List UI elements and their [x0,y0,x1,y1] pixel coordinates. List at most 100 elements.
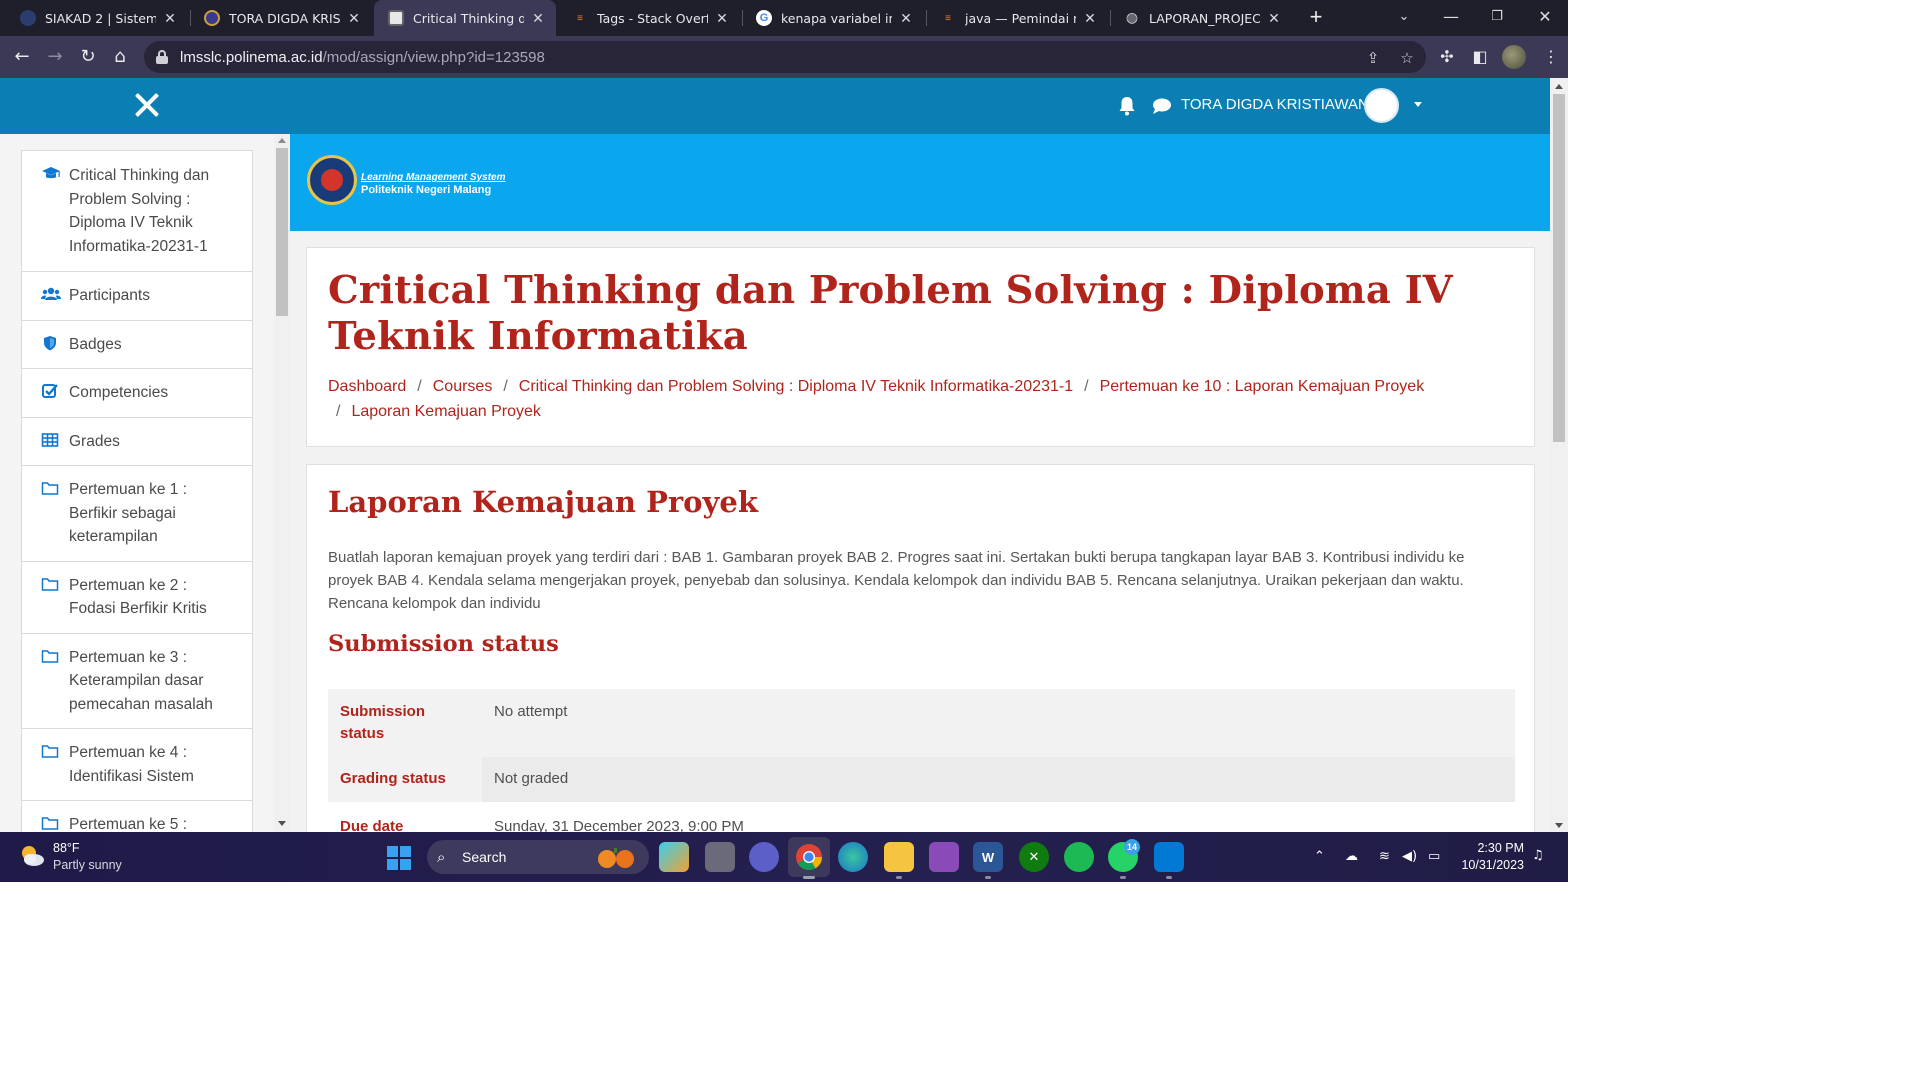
scroll-down-arrow-icon[interactable] [1555,823,1563,828]
tab-java-stack-overflow[interactable]: ≡ java — Pemindai mel ✕ [926,0,1108,36]
extensions-puzzle-icon[interactable]: ✣ [1436,46,1458,68]
clock-date[interactable]: 10/31/2023 [1456,858,1524,872]
tab-close-icon[interactable]: ✕ [1266,10,1282,27]
edge-icon[interactable] [838,842,868,872]
folder-icon [41,646,69,717]
drawer-item-pertemuan-1[interactable]: Pertemuan ke 1 : Berfikir sebagai ketera… [22,466,252,562]
bookmark-star-icon[interactable]: ☆ [1398,49,1416,67]
drawer-item-pertemuan-2[interactable]: Pertemuan ke 2 : Fodasi Berfikir Kritis [22,562,252,634]
browser-toolbar: ← → ↻ ⌂ lmsslc.polinema.ac.id/mod/assign… [0,36,1568,78]
taskbar-search[interactable]: ⌕ Search [427,840,649,874]
tab-close-icon[interactable]: ✕ [1082,10,1098,27]
browser-profile-avatar[interactable] [1502,45,1526,69]
show-hidden-icons-chevron-icon[interactable]: ⌃ [1314,849,1325,864]
tab-google-search[interactable]: G kenapa variabel input ✕ [742,0,924,36]
tab-critical-thinking[interactable]: Critical Thinking dan ✕ [374,0,556,36]
drawer-item-pertemuan-3[interactable]: Pertemuan ke 3 : Keterampilan dasar peme… [22,634,252,729]
scroll-down-arrow-icon[interactable] [278,821,286,826]
drawer-item-badges[interactable]: Badges [22,321,252,369]
vscode-icon[interactable] [1154,842,1184,879]
task-view-icon[interactable] [705,842,735,872]
banner-line1: Learning Management System [361,172,506,183]
windows-start-icon[interactable] [387,846,411,870]
tab-tora-digda[interactable]: TORA DIGDA KRISTIA ✕ [190,0,372,36]
breadcrumb-dashboard[interactable]: Dashboard [328,378,406,395]
tab-search-chevron-icon[interactable]: ⌄ [1381,0,1427,36]
close-drawer-icon[interactable] [132,90,162,120]
user-menu-caret-icon[interactable] [1414,102,1422,107]
drawer-item-pertemuan-5[interactable]: Pertemuan ke 5 : [22,801,252,832]
user-avatar[interactable] [1364,88,1399,123]
table-row: Grading status Not graded [328,757,1515,802]
file-explorer-icon[interactable] [884,842,914,879]
breadcrumb-assignment[interactable]: Laporan Kemajuan Proyek [351,403,540,420]
copilot-preview-icon[interactable] [659,842,689,872]
tab-title: kenapa variabel input [781,10,892,26]
drawer-item-label: Pertemuan ke 3 : Keterampilan dasar peme… [69,648,213,713]
close-window-icon[interactable]: ✕ [1522,0,1568,36]
drawer-item-label: Participants [69,287,150,304]
share-icon[interactable]: ⇪ [1364,49,1382,67]
drawer-item-course[interactable]: Critical Thinking dan Problem Solving : … [22,151,252,272]
volume-icon[interactable]: ◀) [1402,849,1417,864]
partly-sunny-icon[interactable] [18,843,46,869]
drawer-item-competencies[interactable]: Competencies [22,369,252,418]
notification-bell-icon[interactable]: ♫ [1532,848,1544,863]
onedrive-icon[interactable]: ☁ [1345,849,1358,864]
notification-bell-icon[interactable] [1118,96,1136,116]
tab-close-icon[interactable]: ✕ [714,10,730,27]
new-tab-plus-icon[interactable]: + [1303,4,1329,30]
weather-temperature[interactable]: 88°F [53,841,80,855]
scroll-up-arrow-icon[interactable] [278,138,286,143]
restore-window-icon[interactable]: ❐ [1474,0,1520,36]
page-scroll-thumb[interactable] [1553,94,1565,442]
tab-close-icon[interactable]: ✕ [162,10,178,27]
battery-icon[interactable]: ▭ [1428,849,1440,864]
side-panel-icon[interactable]: ◧ [1469,46,1491,68]
tab-close-icon[interactable]: ✕ [530,10,546,27]
forward-arrow-icon[interactable]: → [42,44,68,70]
breadcrumb-courses[interactable]: Courses [433,378,493,395]
address-bar[interactable]: lmsslc.polinema.ac.id/mod/assign/view.ph… [144,41,1426,73]
xbox-icon[interactable]: ✕ [1019,842,1049,872]
weather-description[interactable]: Partly sunny [53,858,122,872]
search-label: Search [462,849,507,865]
reload-icon[interactable]: ↻ [75,44,101,70]
spotify-icon[interactable] [1064,842,1094,872]
lock-icon[interactable] [156,50,168,64]
chrome-icon[interactable] [794,842,824,879]
status-label: Submission status [340,703,426,742]
home-icon[interactable]: ⌂ [107,44,133,70]
word-icon[interactable]: W [973,842,1003,879]
polinema-logo[interactable] [307,155,357,205]
browser-menu-icon[interactable]: ⋮ [1540,46,1562,68]
drawer-scrollbar[interactable] [274,134,290,832]
clock-time[interactable]: 2:30 PM [1472,841,1524,855]
drawer-item-participants[interactable]: Participants [22,272,252,321]
tab-close-icon[interactable]: ✕ [346,10,362,27]
tab-laporan-project[interactable]: ◍ LAPORAN_PROJECT_ ✕ [1110,0,1292,36]
back-arrow-icon[interactable]: ← [9,44,35,70]
drawer-item-pertemuan-4[interactable]: Pertemuan ke 4 : Identifikasi Sistem [22,729,252,801]
tab-close-icon[interactable]: ✕ [898,10,914,27]
table-icon [41,430,69,454]
tab-siakad[interactable]: SIAKAD 2 | Sistem Inf ✕ [6,0,188,36]
breadcrumb-course[interactable]: Critical Thinking dan Problem Solving : … [519,378,1073,395]
drawer-item-label: Badges [69,335,122,353]
wifi-icon[interactable]: ≋ [1379,849,1390,864]
tab-stack-overflow-tags[interactable]: ≡ Tags - Stack Overflow ✕ [558,0,740,36]
scroll-up-arrow-icon[interactable] [1555,84,1563,89]
drawer-scroll-thumb[interactable] [276,148,288,316]
drawer-item-label: Pertemuan ke 2 : Fodasi Berfikir Kritis [69,576,207,618]
breadcrumb-section[interactable]: Pertemuan ke 10 : Laporan Kemajuan Proye… [1100,378,1425,395]
page-scrollbar[interactable] [1550,78,1568,832]
messages-chat-icon[interactable] [1152,97,1172,115]
media-app-icon[interactable] [929,842,959,872]
minimize-icon[interactable]: — [1428,0,1474,36]
drawer-item-grades[interactable]: Grades [22,418,252,466]
breadcrumb-separator: / [417,378,422,395]
teams-chat-icon[interactable] [749,842,779,872]
drawer-item-label: Grades [69,432,120,450]
polinema-favicon [204,10,220,26]
user-name[interactable]: TORA DIGDA KRISTIAWAN [1181,96,1369,113]
